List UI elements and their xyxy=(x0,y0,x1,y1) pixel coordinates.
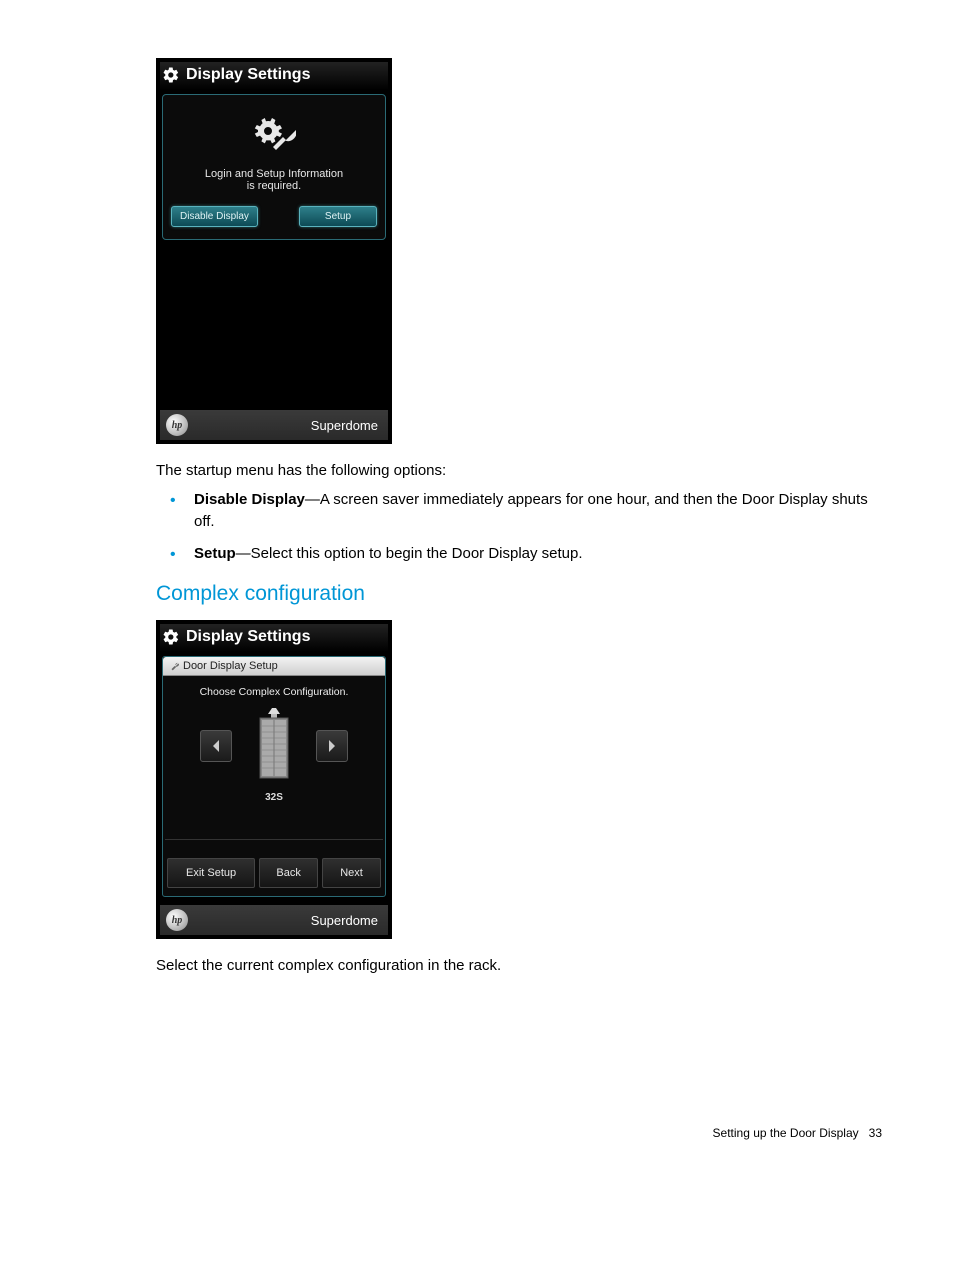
title-text: Display Settings xyxy=(186,66,310,84)
screenshot-display-settings-login: Display Settings Login and Setup Informa… xyxy=(156,58,392,444)
subheader: Door Display Setup xyxy=(163,657,385,676)
next-button[interactable] xyxy=(316,730,348,762)
title-text: Display Settings xyxy=(186,628,310,646)
intro-text: The startup menu has the following optio… xyxy=(156,462,882,479)
disable-display-button[interactable]: Disable Display xyxy=(171,206,258,227)
subheader-text: Door Display Setup xyxy=(183,660,278,672)
list-item: Setup—Select this option to begin the Do… xyxy=(170,543,882,565)
bullet-bold: Disable Display xyxy=(194,491,305,508)
next-nav-button[interactable]: Next xyxy=(322,858,381,888)
options-list: Disable Display—A screen saver immediate… xyxy=(170,489,882,564)
footer-section: Setting up the Door Display xyxy=(713,1126,859,1140)
exit-setup-button[interactable]: Exit Setup xyxy=(167,858,255,888)
footer-page: 33 xyxy=(869,1126,882,1140)
setup-button[interactable]: Setup xyxy=(299,206,377,227)
footer-brand: Superdome xyxy=(311,913,378,928)
chevron-right-icon xyxy=(327,740,337,752)
after-text: Select the current complex configuration… xyxy=(156,957,882,974)
bullet-rest: —Select this option to begin the Door Di… xyxy=(236,545,583,562)
gear-wrench-icon xyxy=(171,115,377,158)
gear-icon xyxy=(162,628,180,646)
bullet-bold: Setup xyxy=(194,545,236,562)
hp-logo-icon: hp xyxy=(166,414,188,436)
server-rack-icon xyxy=(254,708,294,782)
back-button[interactable]: Back xyxy=(259,858,318,888)
login-panel: Login and Setup Information is required.… xyxy=(162,94,386,240)
choose-text: Choose Complex Configuration. xyxy=(163,676,385,704)
titlebar: Display Settings xyxy=(160,624,388,652)
screenshot-complex-configuration: Display Settings Door Display Setup Choo… xyxy=(156,620,392,939)
section-heading: Complex configuration xyxy=(156,582,882,606)
wrench-icon xyxy=(169,661,179,671)
prev-button[interactable] xyxy=(200,730,232,762)
bottom-buttons: Exit Setup Back Next xyxy=(167,858,381,888)
device-footer: hp Superdome xyxy=(160,410,388,440)
message-line2: is required. xyxy=(171,180,377,192)
page-footer: Setting up the Door Display 33 xyxy=(713,1126,882,1140)
message-line1: Login and Setup Information xyxy=(171,168,377,180)
list-item: Disable Display—A screen saver immediate… xyxy=(170,489,882,533)
chevron-left-icon xyxy=(211,740,221,752)
device-footer: hp Superdome xyxy=(160,905,388,935)
config-selector: 32S xyxy=(163,704,385,811)
hp-logo-icon: hp xyxy=(166,909,188,931)
setup-panel: Door Display Setup Choose Complex Config… xyxy=(162,656,386,897)
footer-brand: Superdome xyxy=(311,418,378,433)
rack-label: 32S xyxy=(254,792,294,803)
gear-icon xyxy=(162,66,180,84)
titlebar: Display Settings xyxy=(160,62,388,90)
rack-option[interactable]: 32S xyxy=(254,708,294,803)
